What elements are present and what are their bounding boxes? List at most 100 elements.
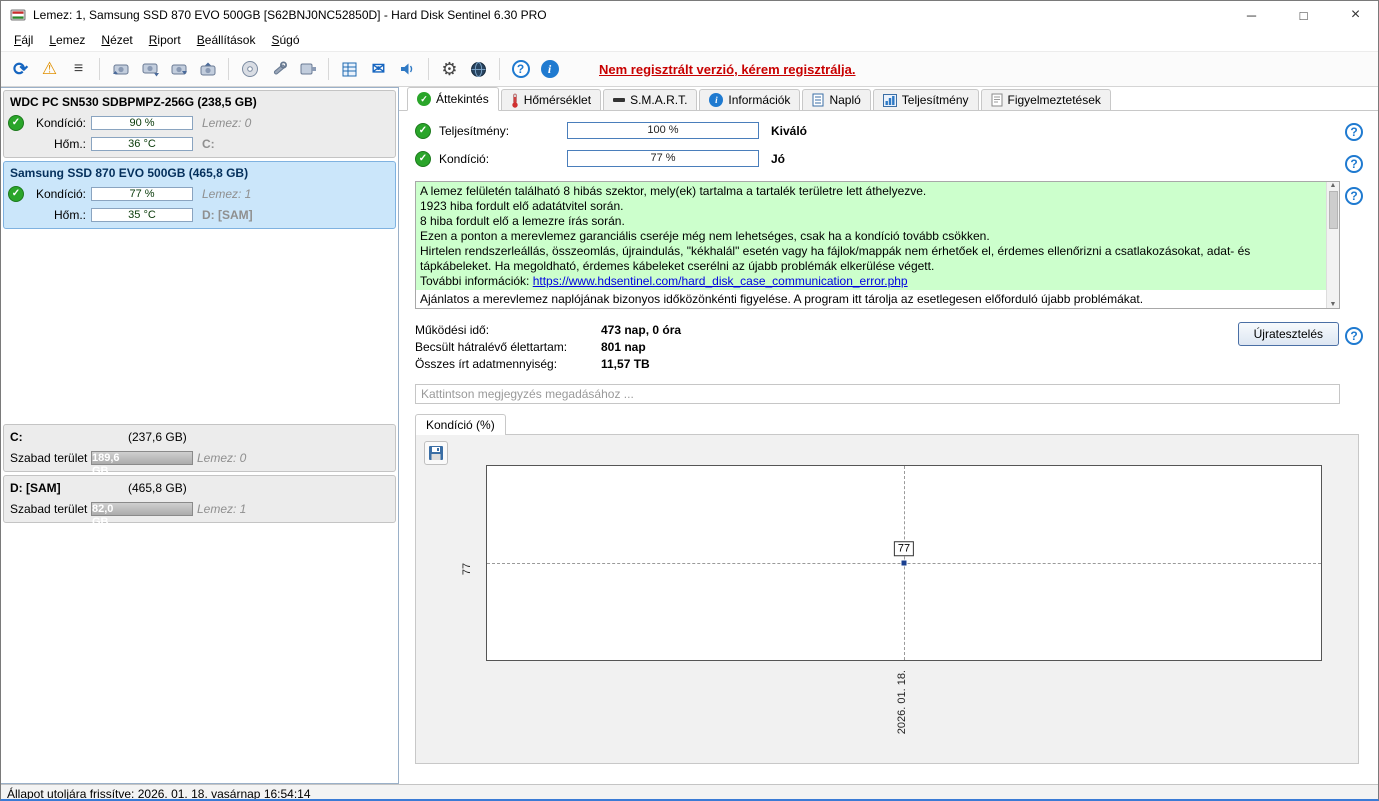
free-space-label: Szabad terület [10, 450, 88, 465]
maximize-button[interactable]: □ [1281, 1, 1326, 29]
power-on-time-value: 473 nap, 0 óra [601, 322, 682, 337]
tab-naplo[interactable]: Napló [802, 89, 871, 110]
power-on-time-label: Működési idő: [415, 322, 490, 337]
tab-attekintes[interactable]: ✓ Áttekintés [407, 87, 499, 111]
free-space-label: Szabad terület [10, 501, 88, 516]
disk-arrow-right-icon [169, 62, 189, 77]
disk-tool-1-button[interactable] [107, 56, 134, 83]
disk-list-panel: WDC PC SN530 SDBPMPZ-256G (238,5 GB) ✓ K… [1, 87, 399, 784]
condition-history-chart: 77 77 2026. 01. 18. [415, 434, 1359, 764]
wrench-icon [270, 60, 288, 78]
disk-number: Lemez: 0 [202, 115, 252, 130]
help-button[interactable]: ? [507, 56, 534, 83]
help-icon-messages[interactable]: ? [1345, 187, 1363, 205]
performance-bar: 100 % [567, 122, 759, 139]
partition-name: C: [10, 430, 23, 444]
menu-beallitasok[interactable]: Beállítások [189, 31, 264, 49]
tools-button[interactable] [265, 56, 292, 83]
disc-icon [241, 60, 259, 78]
ok-icon: ✓ [415, 150, 431, 167]
surface-test-button[interactable]: ⚠ [36, 56, 63, 83]
save-chart-button[interactable] [424, 441, 448, 465]
notes-button[interactable] [336, 56, 363, 83]
total-written-label: Összes írt adatmennyiség: [415, 356, 558, 371]
disk-card-wdc[interactable]: WDC PC SN530 SDBPMPZ-256G (238,5 GB) ✓ K… [3, 90, 396, 158]
close-button[interactable]: × [1333, 1, 1378, 29]
disk-arrow-down-icon [140, 62, 160, 77]
tab-teljesitmeny[interactable]: Teljesítmény [872, 89, 979, 110]
devices-button[interactable] [294, 56, 321, 83]
tab-label: Napló [829, 93, 861, 107]
message-scrollbar[interactable]: ▲ ▼ [1326, 182, 1339, 308]
speaker-icon [399, 61, 416, 77]
comment-input[interactable] [415, 384, 1340, 404]
scroll-thumb[interactable] [1328, 191, 1338, 229]
tabbar: ✓ Áttekintés Hőmérséklet S.M.A.R.T. i In… [399, 87, 1378, 111]
condition-row: ✓ Kondíció: 77 % Jó [415, 150, 1378, 167]
disk-tool-2-button[interactable] [136, 56, 163, 83]
temperature-label: Hőm.: [53, 136, 86, 151]
disk-arrow-left-icon [111, 62, 131, 77]
partition-card-c[interactable]: C: (237,6 GB) Szabad terület 189,6 GB Le… [3, 424, 396, 477]
info-icon: i [709, 93, 724, 107]
settings-button[interactable]: ⚙ [436, 56, 463, 83]
tab-informaciok[interactable]: i Információk [699, 89, 801, 110]
partition-name: D: [SAM] [10, 481, 61, 495]
toolbar-separator [228, 58, 229, 80]
temperature-value: 36 °C [128, 137, 156, 150]
partition-card-d[interactable]: D: [SAM] (465,8 GB) Szabad terület 82,0 … [3, 475, 396, 528]
temperature-label: Hőm.: [53, 207, 86, 222]
condition-value: 77 % [650, 152, 676, 164]
main-panel: ✓ Áttekintés Hőmérséklet S.M.A.R.T. i In… [399, 87, 1378, 784]
total-written-value: 11,57 TB [601, 356, 650, 371]
temperature-bar: 35 °C [91, 207, 193, 222]
condition-value: 77 % [129, 187, 155, 200]
more-info-link[interactable]: https://www.hdsentinel.com/hard_disk_cas… [533, 274, 908, 288]
performance-row: ✓ Teljesítmény: 100 % Kiváló [415, 122, 1378, 139]
help-icon-gauges[interactable]: ? [1345, 123, 1363, 141]
disk-number: Lemez: 0 [197, 450, 247, 465]
retest-button[interactable]: Újratesztelés [1237, 322, 1339, 346]
content: WDC PC SN530 SDBPMPZ-256G (238,5 GB) ✓ K… [1, 87, 1378, 784]
online-button[interactable] [465, 56, 492, 83]
toolbar-separator [499, 58, 500, 80]
tab-label: Információk [728, 93, 791, 107]
help-icon-condition[interactable]: ? [1345, 155, 1363, 173]
partition-size: (237,6 GB) [128, 430, 187, 444]
disk-tool-3-button[interactable] [165, 56, 192, 83]
menu-fajl[interactable]: Fájl [6, 31, 41, 49]
chart-tab-kondicio[interactable]: Kondíció (%) [415, 414, 506, 435]
disk-tool-4-button[interactable] [194, 56, 221, 83]
scroll-up-icon[interactable]: ▲ [1330, 182, 1337, 189]
refresh-button[interactable]: ⟳ [7, 56, 34, 83]
chart-data-point [901, 560, 907, 566]
drive-letter: C: [202, 136, 215, 151]
menubar: Fájl Lemez Nézet Riport Beállítások Súgó [1, 29, 1378, 51]
registration-notice[interactable]: Nem regisztrált verzió, kérem regisztrál… [599, 62, 856, 77]
help-icon-retest[interactable]: ? [1345, 327, 1363, 345]
about-button[interactable]: i [536, 56, 563, 83]
scroll-down-icon[interactable]: ▼ [1330, 301, 1337, 308]
alerts-page-icon [991, 93, 1003, 107]
menu-lemez[interactable]: Lemez [41, 31, 93, 49]
burn-disc-button[interactable] [236, 56, 263, 83]
tab-figyelmeztetesek[interactable]: Figyelmeztetések [980, 89, 1111, 110]
check-icon: ✓ [417, 92, 431, 106]
mail-icon: ✉ [371, 61, 386, 78]
statusbar: Állapot utoljára frissítve: 2026. 01. 18… [1, 784, 1378, 799]
tab-homerseklet[interactable]: Hőmérséklet [500, 89, 602, 110]
tab-smart[interactable]: S.M.A.R.T. [603, 89, 698, 110]
email-button[interactable]: ✉ [365, 56, 392, 83]
condition-bar: 77 % [567, 150, 759, 167]
menu-nezet[interactable]: Nézet [93, 31, 140, 49]
report-list-button[interactable]: ≡ [65, 56, 92, 83]
list-icon: ≡ [73, 60, 84, 77]
chart-point-label: 77 [893, 541, 915, 557]
info-icon: i [540, 60, 559, 78]
menu-sugo[interactable]: Súgó [263, 31, 307, 49]
minimize-button[interactable]: ─ [1229, 1, 1274, 29]
sound-alert-button[interactable] [394, 56, 421, 83]
disk-card-samsung[interactable]: Samsung SSD 870 EVO 500GB (465,8 GB) ✓ K… [3, 161, 396, 229]
health-note: Ajánlatos a merevlemez naplójának bizony… [420, 292, 1144, 306]
menu-riport[interactable]: Riport [141, 31, 189, 49]
